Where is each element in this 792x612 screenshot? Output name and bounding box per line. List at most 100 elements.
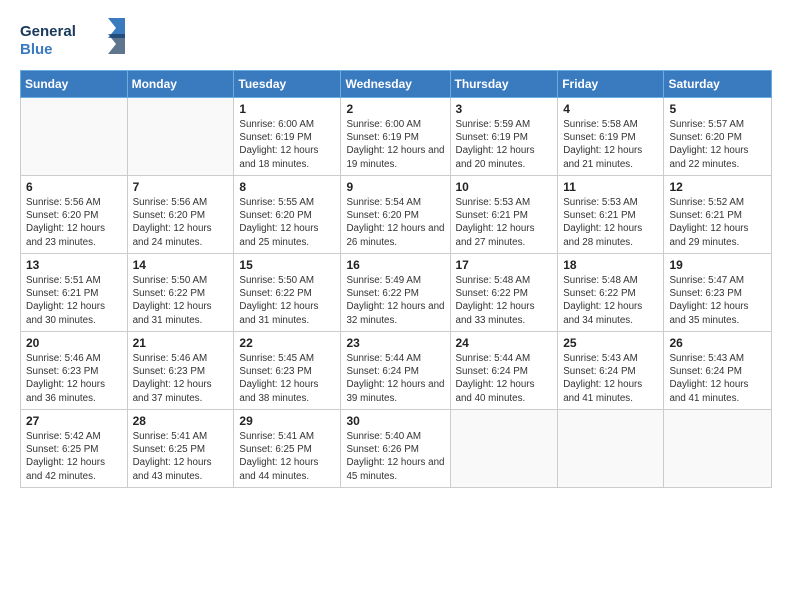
calendar-day-cell: 13Sunrise: 5:51 AMSunset: 6:21 PMDayligh… — [21, 254, 128, 332]
page: General Blue SundayMondayTuesdayWednesda… — [0, 0, 792, 612]
day-info: Sunrise: 5:48 AMSunset: 6:22 PMDaylight:… — [456, 274, 553, 327]
day-number: 20 — [26, 336, 122, 350]
day-number: 12 — [669, 180, 766, 194]
calendar-day-cell: 27 Sunrise: 5:42 AMSunset: 6:25 PMDayligh… — [21, 410, 128, 488]
calendar-table: SundayMondayTuesdayWednesdayThursdayFrid… — [20, 70, 772, 488]
day-number: 4 — [563, 102, 658, 116]
calendar-day-cell — [558, 410, 664, 488]
day-info: Sunrise: 6:00 AMSunset: 6:19 PMDaylight:… — [346, 118, 444, 171]
calendar-day-cell: 8Sunrise: 5:55 AMSunset: 6:20 PMDaylight… — [234, 176, 341, 254]
calendar-day-cell: 23 Sunrise: 5:44 AMSunset: 6:24 PMDayligh… — [341, 332, 450, 410]
calendar-day-cell: 6 Sunrise: 5:56 AMSunset: 6:20 PMDaylight… — [21, 176, 128, 254]
day-info: Sunrise: 5:46 AMSunset: 6:23 PMDaylight:… — [26, 352, 122, 405]
calendar-week-row: 13Sunrise: 5:51 AMSunset: 6:21 PMDayligh… — [21, 254, 772, 332]
calendar-day-cell: 30 Sunrise: 5:40 AMSunset: 6:26 PMDayligh… — [341, 410, 450, 488]
calendar-day-cell — [21, 98, 128, 176]
day-info: Sunrise: 5:43 AMSunset: 6:24 PMDaylight:… — [563, 352, 658, 405]
day-info: Sunrise: 5:51 AMSunset: 6:21 PMDaylight:… — [26, 274, 122, 327]
day-number: 27 — [26, 414, 122, 428]
calendar-day-header: Tuesday — [234, 71, 341, 98]
day-info: Sunrise: 5:41 AMSunset: 6:25 PMDaylight:… — [239, 430, 335, 483]
day-number: 5 — [669, 102, 766, 116]
calendar-day-cell — [127, 98, 234, 176]
calendar-day-header: Thursday — [450, 71, 558, 98]
day-info: Sunrise: 5:43 AMSunset: 6:24 PMDaylight:… — [669, 352, 766, 405]
day-number: 22 — [239, 336, 335, 350]
calendar-day-cell: 24Sunrise: 5:44 AMSunset: 6:24 PMDayligh… — [450, 332, 558, 410]
day-info: Sunrise: 5:53 AMSunset: 6:21 PMDaylight:… — [456, 196, 553, 249]
day-number: 3 — [456, 102, 553, 116]
day-number: 21 — [133, 336, 229, 350]
day-number: 30 — [346, 414, 444, 428]
day-info: Sunrise: 5:50 AMSunset: 6:22 PMDaylight:… — [133, 274, 229, 327]
day-info: Sunrise: 5:44 AMSunset: 6:24 PMDaylight:… — [346, 352, 444, 405]
day-info: Sunrise: 5:56 AMSunset: 6:20 PMDaylight:… — [26, 196, 122, 249]
day-info: Sunrise: 5:49 AMSunset: 6:22 PMDaylight:… — [346, 274, 444, 327]
calendar-day-cell: 10 Sunrise: 5:53 AMSunset: 6:21 PMDayligh… — [450, 176, 558, 254]
calendar-day-cell — [450, 410, 558, 488]
day-info: Sunrise: 5:55 AMSunset: 6:20 PMDaylight:… — [239, 196, 335, 249]
day-number: 24 — [456, 336, 553, 350]
day-number: 1 — [239, 102, 335, 116]
calendar-day-cell: 12 Sunrise: 5:52 AMSunset: 6:21 PMDayligh… — [664, 176, 772, 254]
day-number: 29 — [239, 414, 335, 428]
day-number: 15 — [239, 258, 335, 272]
day-info: Sunrise: 5:52 AMSunset: 6:21 PMDaylight:… — [669, 196, 766, 249]
day-info: Sunrise: 5:59 AMSunset: 6:19 PMDaylight:… — [456, 118, 553, 171]
calendar-day-header: Sunday — [21, 71, 128, 98]
day-info: Sunrise: 5:46 AMSunset: 6:23 PMDaylight:… — [133, 352, 229, 405]
calendar-day-cell: 9Sunrise: 5:54 AMSunset: 6:20 PMDaylight… — [341, 176, 450, 254]
day-number: 11 — [563, 180, 658, 194]
day-number: 28 — [133, 414, 229, 428]
calendar-week-row: 20 Sunrise: 5:46 AMSunset: 6:23 PMDayligh… — [21, 332, 772, 410]
day-info: Sunrise: 5:57 AMSunset: 6:20 PMDaylight:… — [669, 118, 766, 171]
calendar-day-cell: 16 Sunrise: 5:49 AMSunset: 6:22 PMDayligh… — [341, 254, 450, 332]
calendar-day-cell: 28 Sunrise: 5:41 AMSunset: 6:25 PMDayligh… — [127, 410, 234, 488]
day-number: 7 — [133, 180, 229, 194]
calendar-day-cell: 22 Sunrise: 5:45 AMSunset: 6:23 PMDayligh… — [234, 332, 341, 410]
header: General Blue — [20, 16, 772, 60]
day-info: Sunrise: 5:56 AMSunset: 6:20 PMDaylight:… — [133, 196, 229, 249]
calendar-week-row: 1 Sunrise: 6:00 AMSunset: 6:19 PMDaylight… — [21, 98, 772, 176]
calendar-day-cell: 5 Sunrise: 5:57 AMSunset: 6:20 PMDaylight… — [664, 98, 772, 176]
logo: General Blue — [20, 16, 130, 60]
day-number: 6 — [26, 180, 122, 194]
logo-icon: General Blue — [20, 16, 130, 60]
day-info: Sunrise: 6:00 AMSunset: 6:19 PMDaylight:… — [239, 118, 335, 171]
day-number: 16 — [346, 258, 444, 272]
day-info: Sunrise: 5:42 AMSunset: 6:25 PMDaylight:… — [26, 430, 122, 483]
calendar-week-row: 6 Sunrise: 5:56 AMSunset: 6:20 PMDaylight… — [21, 176, 772, 254]
day-number: 17 — [456, 258, 553, 272]
calendar-day-cell: 4Sunrise: 5:58 AMSunset: 6:19 PMDaylight… — [558, 98, 664, 176]
day-info: Sunrise: 5:47 AMSunset: 6:23 PMDaylight:… — [669, 274, 766, 327]
calendar-day-cell: 18Sunrise: 5:48 AMSunset: 6:22 PMDayligh… — [558, 254, 664, 332]
calendar-day-header: Monday — [127, 71, 234, 98]
calendar-day-header: Wednesday — [341, 71, 450, 98]
day-info: Sunrise: 5:53 AMSunset: 6:21 PMDaylight:… — [563, 196, 658, 249]
calendar-day-cell: 14 Sunrise: 5:50 AMSunset: 6:22 PMDayligh… — [127, 254, 234, 332]
calendar-day-cell: 25Sunrise: 5:43 AMSunset: 6:24 PMDayligh… — [558, 332, 664, 410]
day-number: 23 — [346, 336, 444, 350]
day-info: Sunrise: 5:45 AMSunset: 6:23 PMDaylight:… — [239, 352, 335, 405]
calendar-day-header: Friday — [558, 71, 664, 98]
calendar-day-cell: 11 Sunrise: 5:53 AMSunset: 6:21 PMDayligh… — [558, 176, 664, 254]
day-number: 10 — [456, 180, 553, 194]
calendar-day-cell: 29 Sunrise: 5:41 AMSunset: 6:25 PMDayligh… — [234, 410, 341, 488]
calendar-week-row: 27 Sunrise: 5:42 AMSunset: 6:25 PMDayligh… — [21, 410, 772, 488]
calendar-day-cell: 21 Sunrise: 5:46 AMSunset: 6:23 PMDayligh… — [127, 332, 234, 410]
calendar-day-cell: 26Sunrise: 5:43 AMSunset: 6:24 PMDayligh… — [664, 332, 772, 410]
day-number: 14 — [133, 258, 229, 272]
day-number: 2 — [346, 102, 444, 116]
calendar-header-row: SundayMondayTuesdayWednesdayThursdayFrid… — [21, 71, 772, 98]
calendar-day-header: Saturday — [664, 71, 772, 98]
day-info: Sunrise: 5:41 AMSunset: 6:25 PMDaylight:… — [133, 430, 229, 483]
day-number: 9 — [346, 180, 444, 194]
calendar-day-cell: 17 Sunrise: 5:48 AMSunset: 6:22 PMDayligh… — [450, 254, 558, 332]
svg-text:General: General — [20, 23, 76, 40]
calendar-day-cell: 2 Sunrise: 6:00 AMSunset: 6:19 PMDaylight… — [341, 98, 450, 176]
calendar-day-cell: 20 Sunrise: 5:46 AMSunset: 6:23 PMDayligh… — [21, 332, 128, 410]
day-info: Sunrise: 5:48 AMSunset: 6:22 PMDaylight:… — [563, 274, 658, 327]
day-info: Sunrise: 5:50 AMSunset: 6:22 PMDaylight:… — [239, 274, 335, 327]
day-info: Sunrise: 5:40 AMSunset: 6:26 PMDaylight:… — [346, 430, 444, 483]
calendar-day-cell — [664, 410, 772, 488]
